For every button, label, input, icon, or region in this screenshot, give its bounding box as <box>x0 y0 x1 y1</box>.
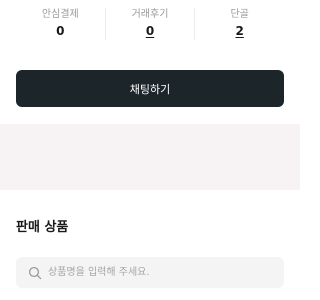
section-divider <box>0 124 300 190</box>
regulars-count-link[interactable]: 2 <box>236 24 244 39</box>
seller-profile-page: 안심결제 0 거래후기 0 단골 2 채팅하기 판매 상품 <box>0 0 300 300</box>
section-title: 판매 상품 <box>16 220 69 235</box>
stat-safe-payment: 안심결제 0 <box>16 8 105 40</box>
stat-reviews: 거래후기 0 <box>104 8 195 40</box>
stat-value: 0 <box>56 24 65 38</box>
stat-label: 거래후기 <box>131 9 169 20</box>
seller-stats: 안심결제 0 거래후기 0 단골 2 <box>16 8 284 40</box>
stat-label: 단골 <box>230 9 249 20</box>
product-search[interactable] <box>16 257 284 288</box>
stat-regulars: 단골 2 <box>194 8 284 40</box>
search-icon <box>28 266 42 280</box>
stat-label: 안심결제 <box>41 9 79 20</box>
search-input[interactable] <box>48 257 284 288</box>
chat-button[interactable]: 채팅하기 <box>16 70 284 107</box>
reviews-count-link[interactable]: 0 <box>146 24 154 39</box>
